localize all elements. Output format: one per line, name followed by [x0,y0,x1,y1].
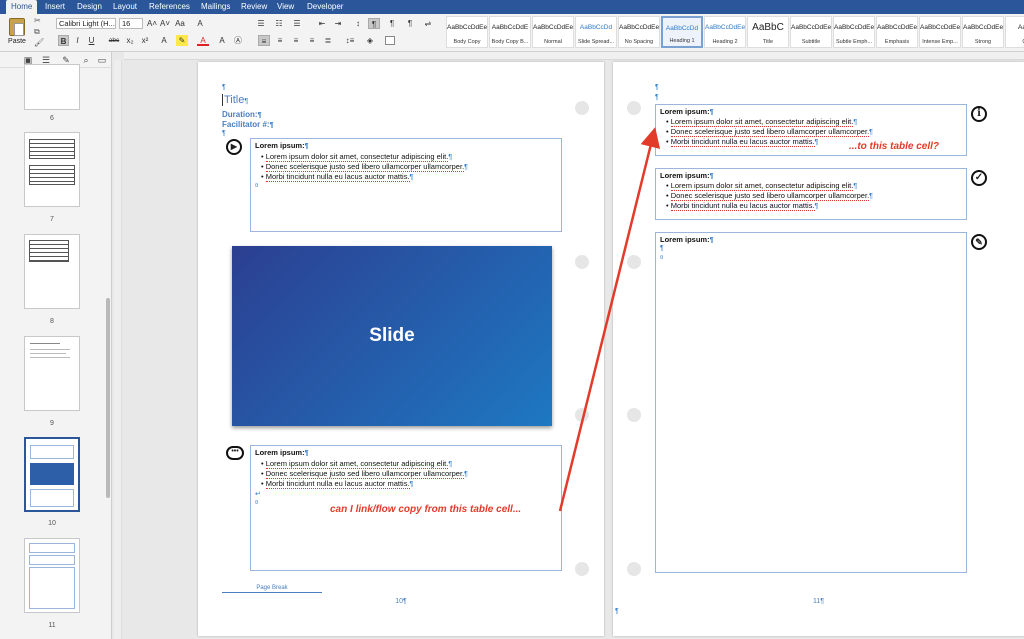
annotation-arrow [558,127,661,512]
